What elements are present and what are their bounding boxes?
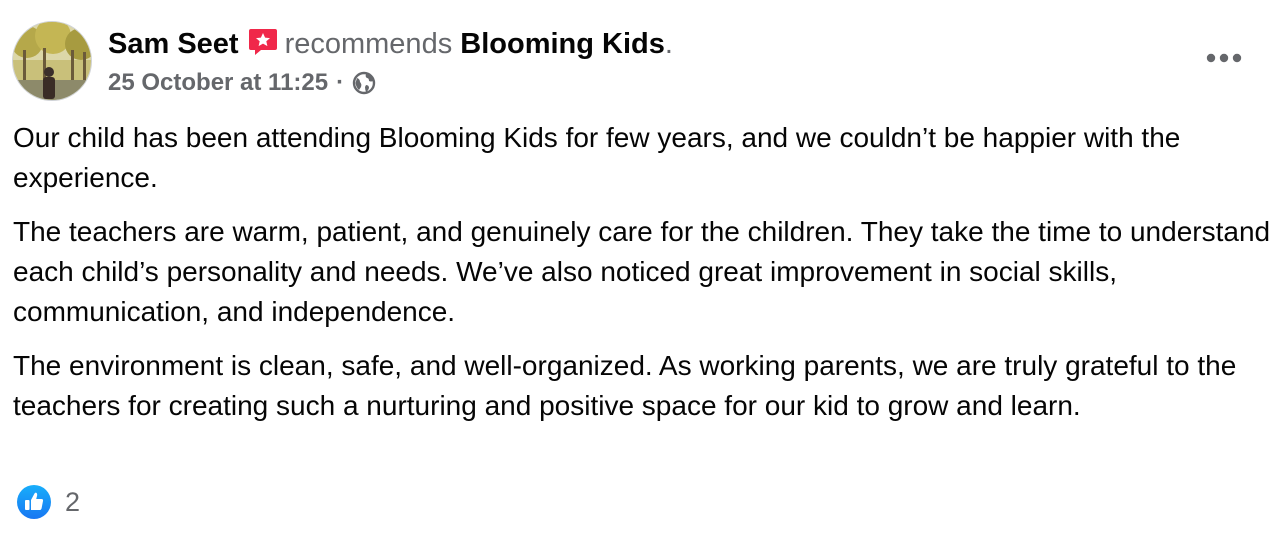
avatar-image [13, 22, 91, 100]
globe-icon[interactable] [352, 71, 376, 95]
post-paragraph-3: The environment is clean, safe, and well… [13, 350, 1237, 421]
reactions-summary[interactable]: 2 [16, 484, 80, 520]
post-meta: Sam Seet recommends Blooming Kids . 25 O… [108, 27, 673, 97]
post-title-line: Sam Seet recommends Blooming Kids . [108, 27, 673, 61]
post-timestamp[interactable]: 25 October at 11:25 [108, 69, 328, 97]
like-count: 2 [65, 487, 81, 517]
post-header: Sam Seet recommends Blooming Kids . 25 O… [12, 21, 673, 101]
post-subtitle-line: 25 October at 11:25 · [108, 69, 673, 97]
author-avatar[interactable] [12, 21, 92, 101]
title-period: . [664, 28, 673, 60]
like-icon [16, 484, 52, 520]
post-paragraph-2: The teachers are warm, patient, and genu… [13, 216, 1271, 327]
author-name[interactable]: Sam Seet [108, 27, 239, 61]
recommended-page-name[interactable]: Blooming Kids [460, 27, 665, 61]
more-options-icon[interactable] [1196, 42, 1252, 74]
post-paragraph-1: Our child has been attending Blooming Ki… [13, 122, 1181, 193]
recommend-star-icon [247, 27, 279, 57]
post-body: Our child has been attending Blooming Ki… [13, 118, 1275, 440]
action-text: recommends [284, 28, 453, 60]
separator-dot: · [336, 69, 345, 96]
